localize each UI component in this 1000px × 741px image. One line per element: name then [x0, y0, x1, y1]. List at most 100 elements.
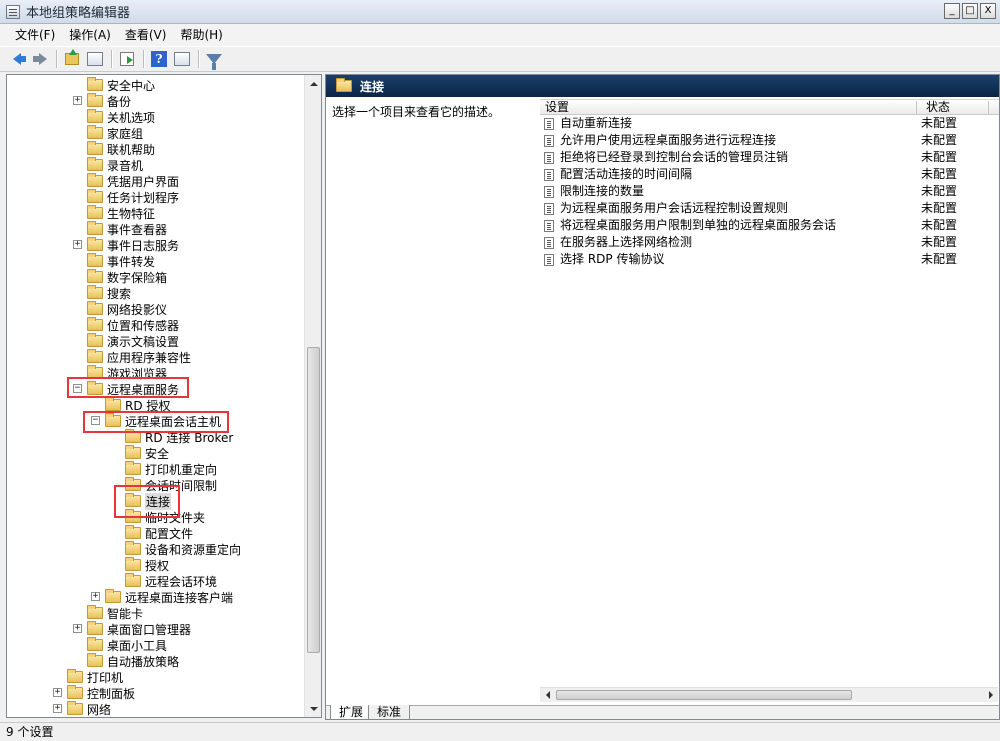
tree-item[interactable]: 关机选项	[87, 109, 155, 125]
collapse-icon[interactable]: −	[91, 416, 100, 425]
forward-button[interactable]	[29, 48, 51, 70]
properties-button[interactable]	[171, 48, 193, 70]
expand-icon[interactable]: +	[53, 688, 62, 697]
tree-item[interactable]: 备份	[87, 93, 131, 109]
tree-item[interactable]: 录音机	[87, 157, 143, 173]
tree-item[interactable]: 家庭组	[87, 125, 143, 141]
menu-help[interactable]: 帮助(H)	[173, 25, 229, 45]
tree-item[interactable]: 数字保险箱	[87, 269, 167, 285]
list-item[interactable]: 限制连接的数量 未配置	[544, 183, 994, 200]
tree-item[interactable]: 位置和传感器	[87, 317, 179, 333]
column-separator[interactable]	[916, 101, 917, 114]
tree-item[interactable]: 事件查看器	[87, 221, 167, 237]
filter-icon	[206, 54, 222, 70]
collapse-icon[interactable]: −	[73, 384, 82, 393]
tree-item[interactable]: 自动播放策略	[87, 653, 179, 669]
expand-icon[interactable]: +	[91, 592, 100, 601]
setting-state: 未配置	[921, 184, 958, 198]
console-tree-pane[interactable]: 安全中心 备份 + 关机选项 家庭组 联机帮助 录音机 凭据用户界面 任务计划程序 生物特征 事件查…	[6, 74, 322, 718]
tree-item[interactable]: 控制面板	[67, 685, 135, 701]
tree-vertical-scrollbar[interactable]	[304, 75, 321, 717]
policy-setting-icon	[544, 169, 554, 181]
list-item[interactable]: 允许用户使用远程桌面服务进行远程连接 未配置	[544, 132, 994, 149]
list-item[interactable]: 将远程桌面服务用户限制到单独的远程桌面服务会话 未配置	[544, 217, 994, 234]
expand-icon[interactable]: +	[73, 624, 82, 633]
tree-item[interactable]: 临时文件夹	[125, 509, 205, 525]
tree-item[interactable]: 凭据用户界面	[87, 173, 179, 189]
tree-item[interactable]: 任务计划程序	[87, 189, 179, 205]
folder-icon	[87, 269, 103, 283]
scroll-right-button[interactable]	[983, 687, 998, 702]
export-list-button[interactable]	[116, 48, 138, 70]
list-item[interactable]: 拒绝将已经登录到控制台会话的管理员注销 未配置	[544, 149, 994, 166]
tree-item[interactable]: 系统	[67, 717, 111, 718]
details-pane: 连接 选择一个项目来查看它的描述。 设置 状态 自动重新连接 未配置 允许用户使用远…	[325, 74, 1000, 720]
menu-view[interactable]: 查看(V)	[118, 25, 174, 45]
list-item[interactable]: 为远程桌面服务用户会话远程控制设置规则 未配置	[544, 200, 994, 217]
tree-item[interactable]: 搜索	[87, 285, 131, 301]
list-item[interactable]: 自动重新连接 未配置	[544, 115, 994, 132]
tab-extended[interactable]: 扩展	[330, 705, 373, 719]
tree-item[interactable]: 网络	[67, 701, 111, 717]
list-item[interactable]: 配置活动连接的时间间隔 未配置	[544, 166, 994, 183]
column-setting[interactable]: 设置	[545, 100, 569, 115]
scroll-down-button[interactable]	[305, 700, 321, 717]
maximize-button[interactable]: □	[962, 3, 978, 19]
tree-item[interactable]: 桌面小工具	[87, 637, 167, 653]
filter-button[interactable]	[203, 48, 225, 70]
tree-item[interactable]: 设备和资源重定向	[125, 541, 241, 557]
tree-item[interactable]: 配置文件	[125, 525, 193, 541]
tree-item[interactable]: 远程桌面连接客户端	[105, 589, 233, 605]
tree-item[interactable]: 打印机	[67, 669, 123, 685]
tree-item[interactable]: 生物特征	[87, 205, 155, 221]
tab-standard[interactable]: 标准	[368, 705, 411, 719]
minimize-button[interactable]: _	[944, 3, 960, 19]
menu-file[interactable]: 文件(F)	[8, 25, 62, 45]
tree-item[interactable]: 打印机重定向	[125, 461, 217, 477]
tree-item[interactable]: 桌面窗口管理器	[87, 621, 191, 637]
column-state[interactable]: 状态	[926, 100, 950, 115]
folder-icon	[87, 349, 103, 363]
setting-state: 未配置	[921, 235, 958, 249]
tree-item[interactable]: 事件转发	[87, 253, 155, 269]
list-horizontal-scrollbar[interactable]	[540, 687, 998, 702]
tree-item[interactable]: 联机帮助	[87, 141, 155, 157]
tree-item[interactable]: 授权	[125, 557, 169, 573]
scroll-left-button[interactable]	[540, 687, 555, 702]
scroll-left-icon	[545, 690, 550, 699]
up-level-button[interactable]	[61, 48, 83, 70]
close-button[interactable]: X	[980, 3, 996, 19]
policy-setting-icon	[544, 135, 554, 147]
help-button[interactable]: ?	[148, 48, 170, 70]
scroll-up-button[interactable]	[305, 75, 321, 92]
tree-item[interactable]: RD 连接 Broker	[125, 429, 233, 445]
folder-icon	[87, 365, 103, 379]
show-hide-tree-button[interactable]	[84, 48, 106, 70]
expand-icon[interactable]: +	[73, 240, 82, 249]
tree-item[interactable]: 游戏浏览器	[87, 365, 167, 381]
tree-item[interactable]: 安全	[125, 445, 169, 461]
expand-icon[interactable]: +	[73, 96, 82, 105]
tree-item[interactable]: 远程会话环境	[125, 573, 217, 589]
setting-name: 拒绝将已经登录到控制台会话的管理员注销	[560, 150, 789, 164]
column-separator[interactable]	[988, 101, 989, 114]
list-item[interactable]: 选择 RDP 传输协议 未配置	[544, 251, 994, 268]
tree-item[interactable]: 应用程序兼容性	[87, 349, 191, 365]
tree-item[interactable]: 远程桌面服务	[87, 381, 179, 397]
tree-item[interactable]: 事件日志服务	[87, 237, 179, 253]
list-item[interactable]: 在服务器上选择网络检测 未配置	[544, 234, 994, 251]
expand-icon[interactable]: +	[53, 704, 62, 713]
list-scroll-thumb[interactable]	[556, 690, 852, 700]
tree-item[interactable]: 智能卡	[87, 605, 143, 621]
back-button[interactable]	[6, 48, 28, 70]
tree-item[interactable]: 网络投影仪	[87, 301, 167, 317]
title-bar[interactable]: 本地组策略编辑器 _ □ X	[0, 0, 1000, 24]
tree-item[interactable]: RD 授权	[105, 397, 170, 413]
menu-action[interactable]: 操作(A)	[62, 25, 118, 45]
tree-scroll-thumb[interactable]	[307, 347, 320, 653]
tree-item[interactable]: 连接	[125, 492, 172, 510]
tree-item[interactable]: 会话时间限制	[125, 477, 217, 493]
tree-item[interactable]: 安全中心	[87, 77, 155, 93]
tree-item[interactable]: 远程桌面会话主机	[105, 413, 221, 429]
tree-item[interactable]: 演示文稿设置	[87, 333, 179, 349]
